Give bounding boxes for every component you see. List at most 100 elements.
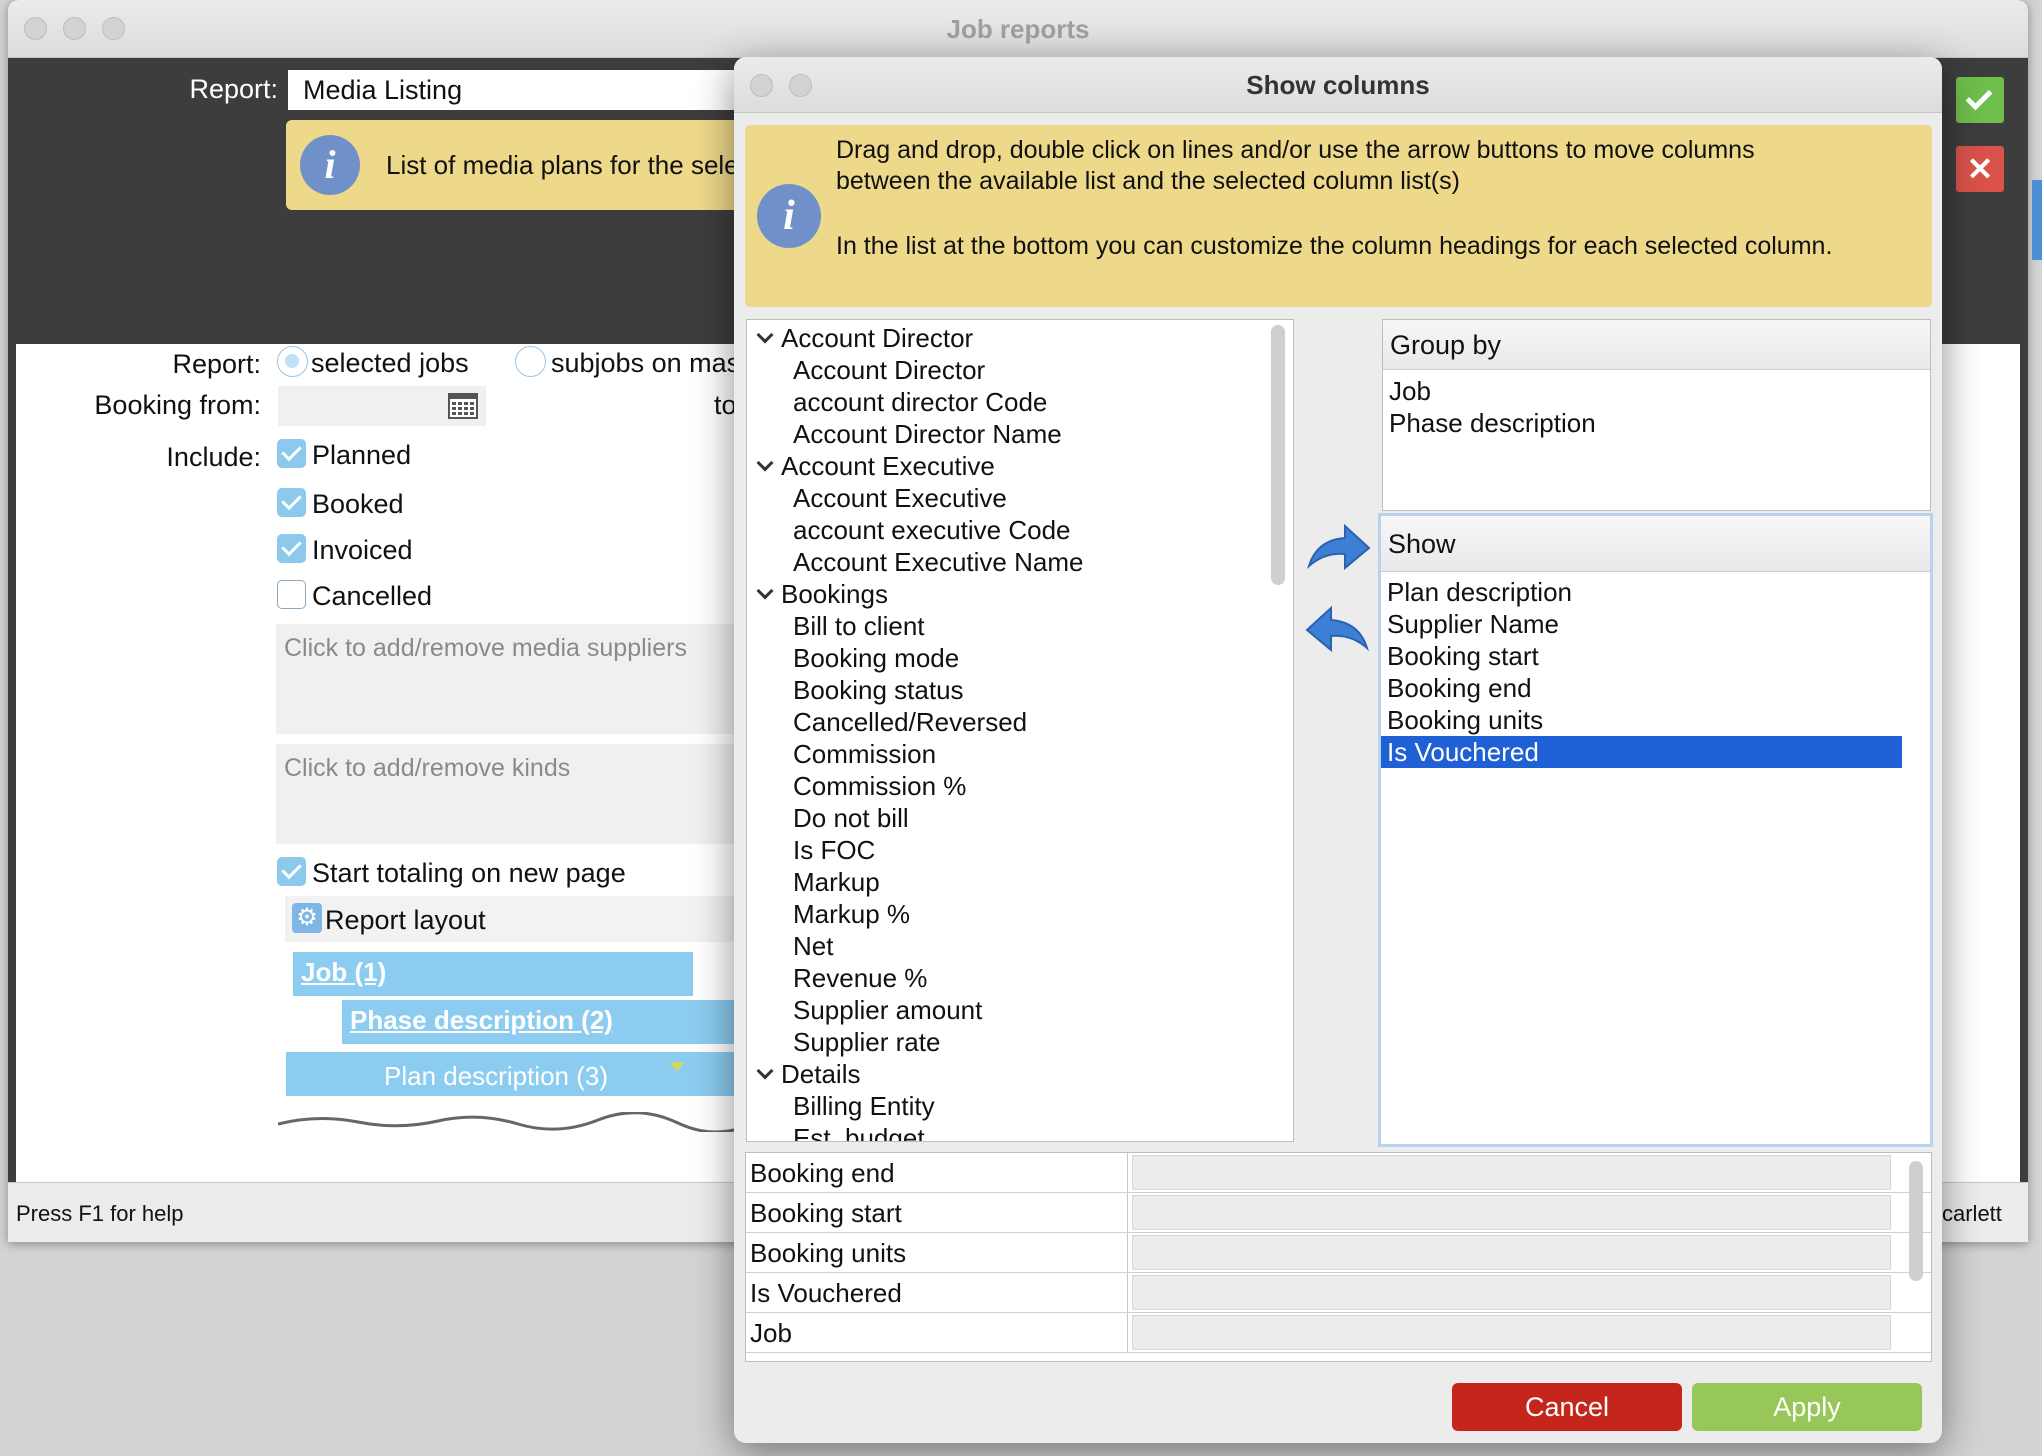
checkmark-icon	[1965, 83, 1993, 111]
tree-item-row[interactable]: Is FOC	[747, 834, 1293, 866]
report-label: Report:	[189, 74, 278, 104]
tree-item-row[interactable]: Account Director Name	[747, 418, 1293, 450]
group-by-list: Job Phase description	[1383, 370, 1930, 439]
tree-item-row[interactable]: account executive Code	[747, 514, 1293, 546]
show-item[interactable]: Booking units	[1381, 704, 1902, 736]
dialog-info-line3: In the list at the bottom you can custom…	[836, 232, 1833, 260]
subjobs-radio[interactable]	[515, 346, 546, 377]
column-headings-grid[interactable]: Booking end Booking start Booking units Is …	[745, 1152, 1932, 1362]
booking-from-field[interactable]	[278, 386, 486, 426]
planned-label: Planned	[312, 440, 412, 470]
close-button[interactable]: ✕	[1956, 146, 2004, 192]
tree-group-row[interactable]: Details	[747, 1058, 1293, 1090]
layout-level-plan[interactable]: Plan description (3)	[286, 1052, 756, 1096]
heading-row: Booking start	[746, 1193, 1931, 1233]
heading-column-name: Booking end	[746, 1153, 1128, 1192]
tree-item-row[interactable]: Commission %	[747, 770, 1293, 802]
tree-item-row[interactable]: Markup %	[747, 898, 1293, 930]
tree-group-row[interactable]: Account Executive	[747, 450, 1293, 482]
show-item[interactable]: Supplier Name	[1381, 608, 1902, 640]
tree-item-row[interactable]: Markup	[747, 866, 1293, 898]
media-suppliers-selector[interactable]: Click to add/remove media suppliers	[276, 624, 756, 734]
tree-item-row[interactable]: Bill to client	[747, 610, 1293, 642]
group-by-header: Group by	[1383, 320, 1930, 370]
cancelled-checkbox[interactable]	[277, 580, 306, 609]
heading-text-input[interactable]	[1132, 1195, 1891, 1230]
grid-scrollbar[interactable]	[1909, 1161, 1923, 1281]
tree-group-row[interactable]: Account Director	[747, 322, 1293, 354]
group-by-item[interactable]: Job	[1383, 375, 1930, 407]
heading-text-input[interactable]	[1132, 1275, 1891, 1310]
tree-item-row[interactable]: Do not bill	[747, 802, 1293, 834]
torn-edge-divider	[278, 1112, 758, 1132]
start-totaling-checkbox[interactable]	[277, 857, 306, 886]
heading-text-input[interactable]	[1132, 1155, 1891, 1190]
heading-row: Job	[746, 1313, 1931, 1353]
subjobs-label: subjobs on mas	[551, 348, 741, 378]
tree-item-row[interactable]: Est. budget	[747, 1122, 1293, 1141]
move-left-arrow-button[interactable]	[1303, 604, 1373, 656]
layout-level-phase[interactable]: Phase description (2)	[342, 1000, 762, 1044]
show-item[interactable]: Booking end	[1381, 672, 1902, 704]
dialog-info-line2: between the available list and the selec…	[836, 167, 1460, 195]
show-panel[interactable]: Show Plan description Supplier Name Bookin…	[1378, 513, 1933, 1147]
gear-icon[interactable]: ⚙	[292, 903, 322, 933]
selected-jobs-radio[interactable]	[277, 346, 308, 377]
booked-label: Booked	[312, 489, 404, 519]
window-title: Job reports	[946, 14, 1090, 44]
close-x-icon: ✕	[1966, 151, 1994, 187]
tree-item-row[interactable]: Revenue %	[747, 962, 1293, 994]
show-header: Show	[1381, 516, 1930, 572]
tree-item-row[interactable]: Cancelled/Reversed	[747, 706, 1293, 738]
tree-item-row[interactable]: account director Code	[747, 386, 1293, 418]
dropdown-triangle-icon[interactable]	[670, 1062, 684, 1072]
apply-button[interactable]: Apply	[1692, 1383, 1922, 1431]
tree-group-row[interactable]: Bookings	[747, 578, 1293, 610]
tree-item-row[interactable]: Net	[747, 930, 1293, 962]
tree-item-row[interactable]: Commission	[747, 738, 1293, 770]
group-by-panel[interactable]: Group by Job Phase description	[1382, 319, 1931, 511]
show-item[interactable]: Booking start	[1381, 640, 1902, 672]
tree-item-row[interactable]: Account Executive Name	[747, 546, 1293, 578]
tree-item-row[interactable]: Account Executive	[747, 482, 1293, 514]
start-totaling-label: Start totaling on new page	[312, 858, 626, 888]
heading-column-name: Job	[746, 1313, 1128, 1352]
heading-column-name: Booking units	[746, 1233, 1128, 1272]
calendar-icon[interactable]	[448, 393, 478, 419]
heading-text-input[interactable]	[1132, 1315, 1891, 1350]
group-by-item[interactable]: Phase description	[1383, 407, 1930, 439]
move-right-arrow-button[interactable]	[1303, 522, 1373, 574]
planned-checkbox[interactable]	[277, 439, 306, 468]
invoiced-checkbox[interactable]	[277, 534, 306, 563]
column-headings-rows: Booking end Booking start Booking units Is …	[746, 1153, 1931, 1353]
tree-item-row[interactable]: Supplier amount	[747, 994, 1293, 1026]
dialog-title: Show columns	[1246, 70, 1430, 100]
heading-column-name: Booking start	[746, 1193, 1128, 1232]
booking-from-label: Booking from:	[94, 390, 261, 420]
available-columns-list: Account Director Account Director account …	[747, 320, 1293, 1141]
scope-label: Report:	[172, 349, 261, 379]
tree-item-row[interactable]: Booking status	[747, 674, 1293, 706]
tree-item-row[interactable]: Booking mode	[747, 642, 1293, 674]
status-user-text: carlett	[1942, 1201, 2002, 1226]
tree-scrollbar[interactable]	[1271, 325, 1285, 585]
tree-item-row[interactable]: Supplier rate	[747, 1026, 1293, 1058]
cancel-button[interactable]: Cancel	[1452, 1383, 1682, 1431]
available-columns-tree[interactable]: Account Director Account Director account …	[746, 319, 1294, 1142]
heading-text-input[interactable]	[1132, 1235, 1891, 1270]
kinds-selector[interactable]: Click to add/remove kinds	[276, 744, 756, 844]
heading-row: Booking end	[746, 1153, 1931, 1193]
confirm-button[interactable]	[1956, 77, 2004, 123]
report-field[interactable]: Media Listing	[288, 70, 758, 110]
show-item[interactable]: Is Vouchered	[1381, 736, 1902, 768]
booked-checkbox[interactable]	[277, 488, 306, 517]
show-list: Plan description Supplier Name Booking sta…	[1381, 572, 1930, 768]
main-titlebar: Job reports	[8, 0, 2028, 58]
heading-column-name: Is Vouchered	[746, 1273, 1128, 1312]
tree-item-row[interactable]: Account Director	[747, 354, 1293, 386]
dialog-info-icon: i	[757, 184, 821, 248]
layout-level-job[interactable]: Job (1)	[293, 952, 693, 996]
dialog-titlebar: Show columns	[734, 57, 1942, 113]
tree-item-row[interactable]: Billing Entity	[747, 1090, 1293, 1122]
show-item[interactable]: Plan description	[1381, 576, 1902, 608]
